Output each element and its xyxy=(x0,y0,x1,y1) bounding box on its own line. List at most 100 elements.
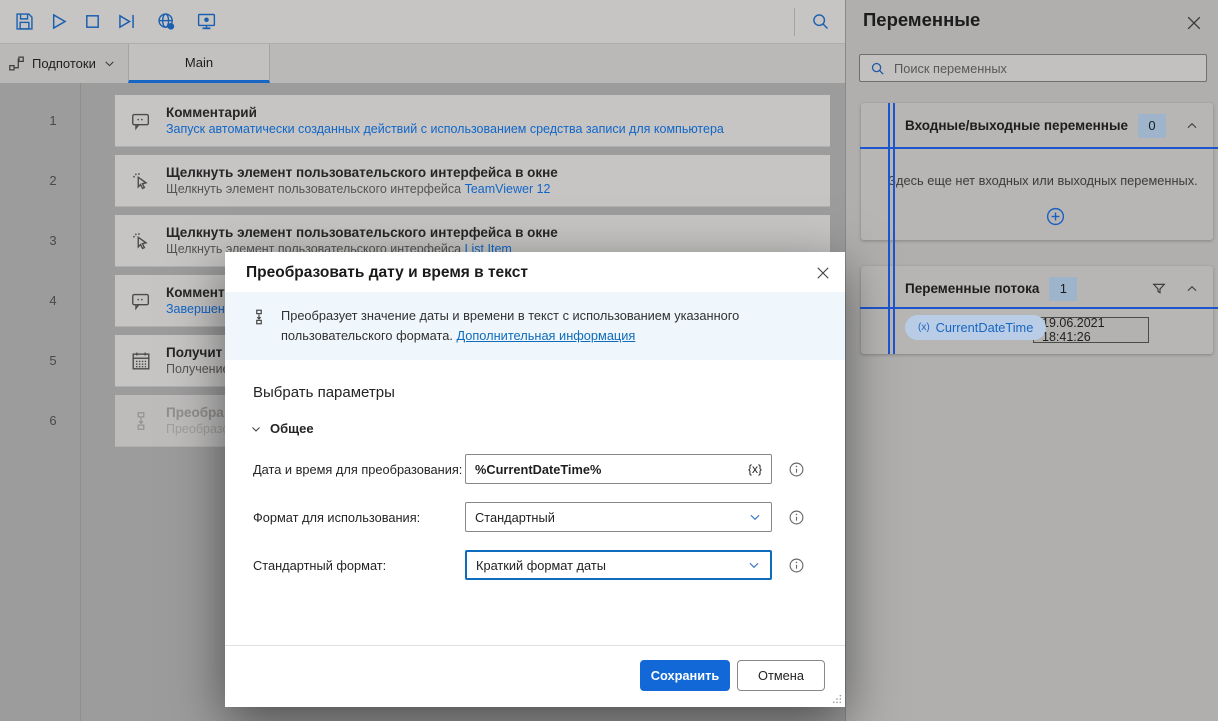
desktop-recorder-icon xyxy=(197,13,215,30)
datetime-input[interactable]: %CurrentDateTime% {x} xyxy=(465,454,772,484)
info-icon[interactable] xyxy=(788,461,805,478)
stop-icon xyxy=(85,15,99,28)
dialog-title: Преобразовать дату и время в текст xyxy=(246,264,528,281)
info-icon[interactable] xyxy=(788,557,805,574)
field-label: Дата и время для преобразования: xyxy=(253,461,463,477)
chevron-up-icon[interactable] xyxy=(1185,282,1199,296)
row-number: 2 xyxy=(49,173,57,188)
search-icon xyxy=(871,62,884,75)
action-row-click-ui[interactable]: Щелкнуть элемент пользовательского интер… xyxy=(115,155,830,207)
close-icon[interactable] xyxy=(814,264,832,282)
run-icon xyxy=(52,13,67,30)
save-button[interactable] xyxy=(7,5,41,39)
standard-format-dropdown[interactable]: Краткий формат даты xyxy=(465,550,772,580)
close-icon[interactable] xyxy=(1184,13,1204,33)
chevron-down-icon xyxy=(105,61,114,67)
footer-divider xyxy=(225,645,845,646)
action-title: Преобра xyxy=(166,405,224,420)
flow-variables-title: Переменные потока xyxy=(905,281,1040,296)
action-title: Щелкнуть элемент пользовательского интер… xyxy=(166,225,558,240)
toolbar-divider xyxy=(794,7,795,36)
web-recorder-button[interactable] xyxy=(149,5,183,39)
blue-guide-line xyxy=(888,103,890,354)
field-datetime-to-convert: Дата и время для преобразования: %Curren… xyxy=(253,454,817,484)
stop-button[interactable] xyxy=(75,5,109,39)
filter-icon[interactable] xyxy=(1151,281,1167,297)
resize-grip[interactable] xyxy=(832,694,842,704)
action-subtitle: Получение xyxy=(166,362,230,376)
io-variables-header[interactable]: Входные/выходные переменные 0 xyxy=(861,103,1213,148)
action-subtitle-link[interactable]: TeamViewer 12 xyxy=(465,182,551,196)
datetime-value: %CurrentDateTime% xyxy=(475,461,602,477)
format-dropdown[interactable]: Стандартный xyxy=(465,502,772,532)
row-number: 4 xyxy=(49,293,57,308)
general-group-toggle[interactable]: Общее xyxy=(250,421,314,436)
action-subtitle-link[interactable]: Запуск автоматически созданных действий … xyxy=(166,122,724,136)
subflows-dropdown[interactable]: Подпотоки xyxy=(8,44,116,83)
comment-icon xyxy=(132,113,150,130)
io-variables-section: Входные/выходные переменные 0 Здесь еще … xyxy=(861,103,1213,240)
row-number: 1 xyxy=(49,113,57,128)
save-button[interactable]: Сохранить xyxy=(640,660,730,691)
action-subtitle: Щелкнуть элемент пользовательского интер… xyxy=(166,182,465,196)
variables-panel: Переменные Входные/выходные переменные 0… xyxy=(845,0,1218,721)
convert-datetime-icon xyxy=(256,309,262,325)
action-row-comment[interactable]: Комментарий Запуск автоматически созданн… xyxy=(115,95,830,147)
format-value: Стандартный xyxy=(475,509,555,525)
action-title: Коммент xyxy=(166,285,225,300)
field-label: Формат для использования: xyxy=(253,509,421,525)
variables-search-box[interactable] xyxy=(859,54,1207,82)
info-icon[interactable] xyxy=(788,509,805,526)
variable-picker-button[interactable]: {x} xyxy=(748,462,762,476)
run-next-action-button[interactable] xyxy=(109,5,143,39)
flow-variables-count-badge: 1 xyxy=(1049,276,1078,301)
tab-main-label: Main xyxy=(184,54,214,70)
convert-datetime-dialog: Преобразовать дату и время в текст Преоб… xyxy=(225,252,845,707)
variables-panel-title: Переменные xyxy=(863,9,981,30)
tab-bar: Подпотоки Main xyxy=(0,44,845,83)
field-format-to-use: Формат для использования: Стандартный xyxy=(253,502,817,532)
chevron-down-icon xyxy=(252,426,260,432)
variable-pill-currentdatetime[interactable]: (x) CurrentDateTime xyxy=(905,315,1047,340)
io-variables-count-badge: 0 xyxy=(1137,113,1166,138)
get-datetime-icon xyxy=(132,352,150,369)
blue-guide-line xyxy=(860,307,1218,309)
toolbar xyxy=(0,0,845,44)
convert-datetime-icon xyxy=(137,411,145,430)
search-icon xyxy=(812,14,828,29)
subflows-label: Подпотоки xyxy=(32,56,96,71)
comment-icon xyxy=(132,293,150,310)
save-icon xyxy=(15,13,33,30)
flow-variables-header[interactable]: Переменные потока 1 xyxy=(861,266,1213,311)
click-ui-element-icon xyxy=(132,172,148,189)
web-recorder-icon xyxy=(157,13,174,30)
field-label: Стандартный формат: xyxy=(253,557,387,573)
search-button[interactable] xyxy=(803,5,837,39)
run-next-icon xyxy=(118,14,134,29)
action-subtitle-link[interactable]: Завершени xyxy=(166,302,232,316)
run-button[interactable] xyxy=(41,5,75,39)
tab-main[interactable]: Main xyxy=(128,44,270,83)
variable-value[interactable]: 19.06.2021 18:41:26 xyxy=(1033,316,1149,344)
standard-format-value: Краткий формат даты xyxy=(476,557,606,573)
variable-name: CurrentDateTime xyxy=(935,320,1034,335)
variables-search-input[interactable] xyxy=(894,60,1196,76)
chevron-up-icon[interactable] xyxy=(1185,119,1199,133)
action-subtitle: Преобразо xyxy=(166,422,230,436)
cancel-button[interactable]: Отмена xyxy=(737,660,825,691)
row-number: 5 xyxy=(49,353,57,368)
action-title: Комментарий xyxy=(166,105,257,120)
action-title: Щелкнуть элемент пользовательского интер… xyxy=(166,165,558,180)
dialog-description: Преобразует значение даты и времени в те… xyxy=(225,292,845,360)
field-standard-format: Стандартный формат: Краткий формат даты xyxy=(253,550,817,580)
row-number: 3 xyxy=(49,233,57,248)
desktop-recorder-button[interactable] xyxy=(189,5,223,39)
select-parameters-heading: Выбрать параметры xyxy=(253,384,395,401)
io-variables-title: Входные/выходные переменные xyxy=(905,118,1128,133)
click-ui-element-icon xyxy=(132,232,148,249)
action-title: Получит xyxy=(166,345,223,360)
add-variable-icon[interactable] xyxy=(1045,206,1066,227)
more-info-link[interactable]: Дополнительная информация xyxy=(456,328,635,343)
chevron-down-icon xyxy=(749,562,759,569)
blue-guide-line xyxy=(893,103,895,354)
